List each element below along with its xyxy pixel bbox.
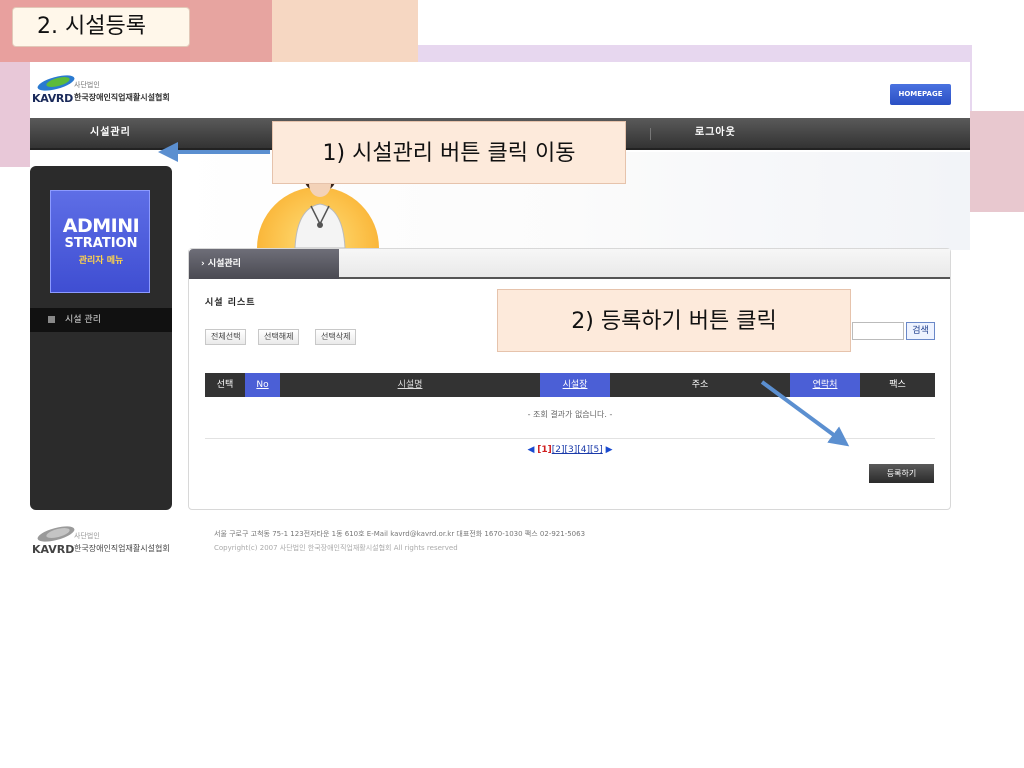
col-director[interactable]: 시설장 (540, 373, 610, 397)
footer-logo-icon (37, 526, 75, 542)
logo-kavrd[interactable]: KAVRD (32, 92, 73, 105)
logo-small-text: 사단법인 (74, 81, 100, 89)
col-no[interactable]: No (245, 373, 280, 397)
homepage-button[interactable]: HOMEPAGE (890, 84, 951, 105)
search-input[interactable] (852, 322, 904, 340)
table-header: 선택 No 시설명 시설장 주소 연락처 팩스 (205, 373, 935, 397)
sidebar-item-facility[interactable]: 시설 관리 (30, 308, 172, 332)
bg-block-left (0, 62, 30, 167)
callout-step2: 2) 등록하기 버튼 클릭 (497, 289, 851, 352)
tab-facility[interactable]: › 시설관리 (189, 249, 339, 279)
nav-separator (650, 128, 651, 140)
nav-item-facility[interactable]: 시설관리 (90, 118, 131, 148)
col-name[interactable]: 시설명 (280, 373, 540, 397)
search-button[interactable]: 검색 (906, 322, 935, 340)
sidebar-item-label: 시설 관리 (65, 315, 101, 325)
site-header: 사단법인 KAVRD 한국장애인직업재활시설협회 HOMEPAGE (30, 62, 970, 118)
footer-copyright: Copyright(c) 2007 사단법인 한국장애인직업재활시설협회 All… (214, 544, 458, 552)
footer-org-name: 한국장애인직업재활시설협회 (74, 544, 170, 553)
page-link[interactable]: [2] (552, 445, 565, 455)
bg-block-peach (272, 0, 418, 62)
page-link[interactable]: [5] (590, 445, 603, 455)
nav-item-logout[interactable]: 로그아웃 (695, 118, 736, 148)
logo-org-name: 한국장애인직업재활시설협회 (74, 93, 170, 102)
col-phone[interactable]: 연락처 (790, 373, 860, 397)
page-current[interactable]: [1] (537, 445, 552, 455)
footer-address: 서울 구로구 고척동 75-1 123전자타운 1동 610호 E-Mail k… (214, 530, 586, 538)
bullet-icon (48, 316, 55, 323)
pagination: ◀ [1][2][3][4][5] ▶ (205, 445, 935, 455)
admin-subtitle: 관리자 메뉴 (78, 256, 124, 266)
admin-card: ADMINI STRATION 관리자 메뉴 (50, 190, 150, 293)
footer-logo-small: 사단법인 (74, 532, 100, 540)
next-page-icon[interactable]: ▶ (606, 445, 613, 455)
admin-title-2: STRATION (64, 236, 138, 251)
page-link[interactable]: [3] (565, 445, 578, 455)
content-panel: › 시설관리 시설 리스트 전체선택 선택해제 선택삭제 검색 선택 No 시설… (188, 248, 951, 510)
divider (205, 438, 935, 439)
logo-icon (37, 75, 75, 91)
col-select: 선택 (216, 380, 234, 390)
footer-kavrd: KAVRD (32, 543, 75, 556)
prev-page-icon[interactable]: ◀ (527, 445, 534, 455)
delete-selected-button[interactable]: 선택삭제 (315, 329, 357, 345)
slide-title: 2. 시설등록 (12, 7, 190, 47)
page-link[interactable]: [4] (577, 445, 590, 455)
deselect-button[interactable]: 선택해제 (258, 329, 300, 345)
no-result-text: - 조회 결과가 없습니다. - (527, 410, 613, 419)
register-button[interactable]: 등록하기 (869, 464, 934, 483)
admin-title-1: ADMINI (62, 215, 140, 237)
select-all-button[interactable]: 전체선택 (205, 329, 247, 345)
content-tab-bar: › 시설관리 (189, 249, 950, 279)
sidebar: ADMINI STRATION 관리자 메뉴 시설 관리 (30, 166, 172, 510)
callout-step1: 1) 시설관리 버튼 클릭 이동 (272, 121, 626, 184)
col-fax: 팩스 (889, 380, 906, 390)
bg-block-right (968, 111, 1024, 212)
bg-block-pink (190, 0, 272, 62)
section-title: 시설 리스트 (205, 298, 256, 308)
col-address: 주소 (691, 380, 709, 390)
slide: 2. 시설등록 사단법인 KAVRD 한국장애인직업재활시설협회 HOMEPAG… (0, 0, 1024, 768)
